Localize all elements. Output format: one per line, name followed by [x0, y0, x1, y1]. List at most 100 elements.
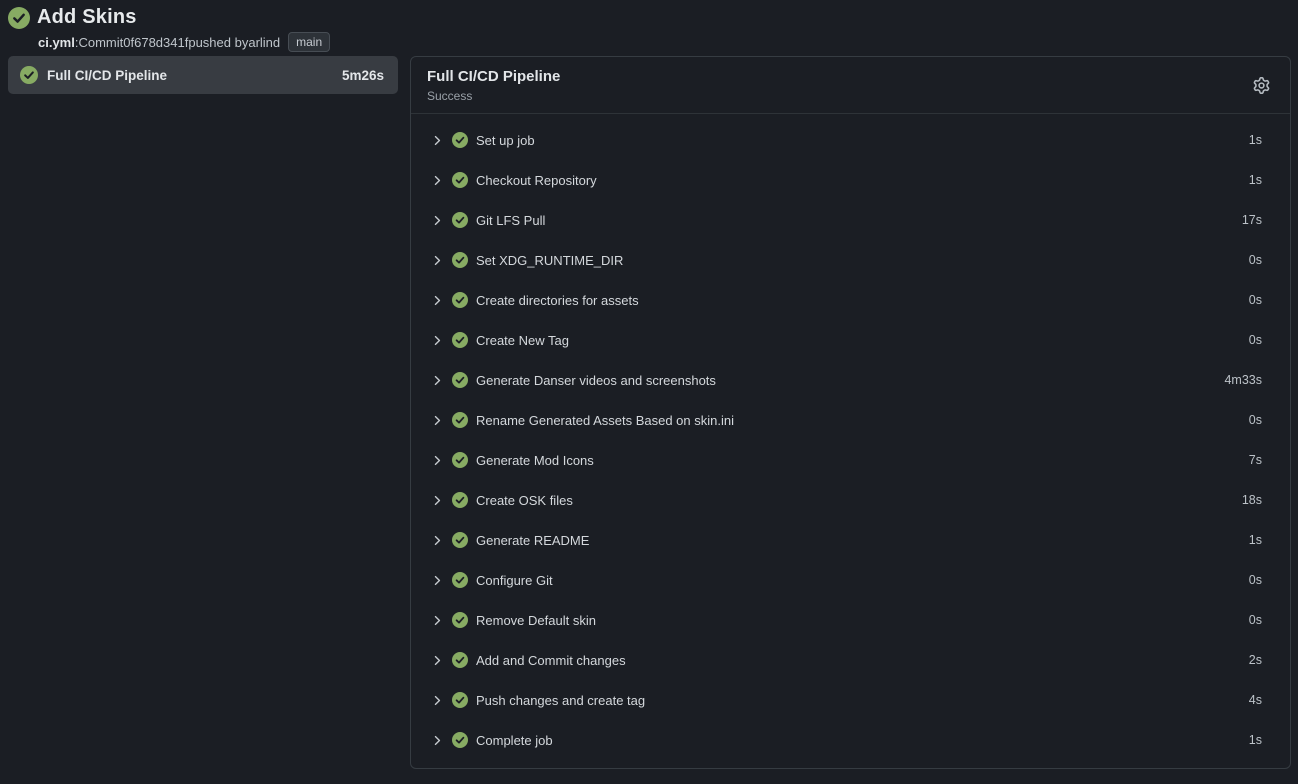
- chevron-right-icon: [431, 414, 444, 427]
- step-duration: 17s: [1242, 213, 1262, 227]
- branch-badge[interactable]: main: [288, 32, 330, 52]
- pushed-by-text: pushed by: [188, 35, 248, 50]
- step-duration: 0s: [1249, 613, 1262, 627]
- check-circle-icon: [452, 132, 468, 148]
- check-circle-icon: [452, 532, 468, 548]
- panel-title: Full CI/CD Pipeline: [427, 68, 560, 85]
- step-name: Generate README: [476, 533, 589, 548]
- panel-header: Full CI/CD Pipeline Success: [411, 57, 1290, 114]
- step-row[interactable]: Complete job 1s: [411, 720, 1290, 760]
- job-name: Full CI/CD Pipeline: [47, 68, 167, 83]
- chevron-right-icon: [431, 254, 444, 267]
- step-row[interactable]: Set XDG_RUNTIME_DIR 0s: [411, 240, 1290, 280]
- step-row[interactable]: Create New Tag 0s: [411, 320, 1290, 360]
- step-row[interactable]: Remove Default skin 0s: [411, 600, 1290, 640]
- run-subtitle: ci.yml: Commit 0f678d341f pushed by arli…: [38, 32, 1288, 52]
- chevron-right-icon: [431, 374, 444, 387]
- check-circle-icon: [452, 652, 468, 668]
- step-row[interactable]: Set up job 1s: [411, 120, 1290, 160]
- check-circle-icon: [452, 292, 468, 308]
- chevron-right-icon: [431, 534, 444, 547]
- settings-button[interactable]: [1249, 73, 1274, 98]
- step-duration: 4m33s: [1224, 373, 1262, 387]
- step-row[interactable]: Create OSK files 18s: [411, 480, 1290, 520]
- step-name: Set up job: [476, 133, 535, 148]
- chevron-right-icon: [431, 214, 444, 227]
- author-link[interactable]: arlind: [248, 35, 280, 50]
- step-duration: 7s: [1249, 453, 1262, 467]
- check-circle-icon: [452, 252, 468, 268]
- panel-status-text: Success: [427, 89, 560, 103]
- check-circle-icon: [452, 452, 468, 468]
- check-circle-icon: [452, 212, 468, 228]
- step-duration: 1s: [1249, 533, 1262, 547]
- step-duration: 0s: [1249, 293, 1262, 307]
- commit-hash-link[interactable]: 0f678d341f: [123, 35, 188, 50]
- step-row[interactable]: Push changes and create tag 4s: [411, 680, 1290, 720]
- step-row[interactable]: Configure Git 0s: [411, 560, 1290, 600]
- step-row[interactable]: Generate Danser videos and screenshots 4…: [411, 360, 1290, 400]
- step-duration: 4s: [1249, 693, 1262, 707]
- step-name: Set XDG_RUNTIME_DIR: [476, 253, 623, 268]
- check-circle-icon: [8, 7, 30, 29]
- jobs-sidebar: Full CI/CD Pipeline 5m26s: [8, 56, 398, 94]
- step-duration: 0s: [1249, 573, 1262, 587]
- step-row[interactable]: Create directories for assets 0s: [411, 280, 1290, 320]
- chevron-right-icon: [431, 134, 444, 147]
- chevron-right-icon: [431, 734, 444, 747]
- actions-run-page: Add Skins ci.yml: Commit 0f678d341f push…: [0, 0, 1298, 781]
- commit-label: Commit: [78, 35, 123, 50]
- check-circle-icon: [452, 172, 468, 188]
- step-name: Generate Mod Icons: [476, 453, 594, 468]
- step-duration: 1s: [1249, 733, 1262, 747]
- step-name: Create New Tag: [476, 333, 569, 348]
- check-circle-icon: [452, 692, 468, 708]
- step-row[interactable]: Generate README 1s: [411, 520, 1290, 560]
- check-circle-icon: [452, 412, 468, 428]
- run-detail-panel: Full CI/CD Pipeline Success: [410, 56, 1291, 769]
- check-circle-icon: [452, 372, 468, 388]
- step-duration: 0s: [1249, 333, 1262, 347]
- run-title: Add Skins: [37, 6, 137, 29]
- step-name: Checkout Repository: [476, 173, 597, 188]
- step-row[interactable]: Add and Commit changes 2s: [411, 640, 1290, 680]
- check-circle-icon: [452, 492, 468, 508]
- step-row[interactable]: Rename Generated Assets Based on skin.in…: [411, 400, 1290, 440]
- chevron-right-icon: [431, 454, 444, 467]
- check-circle-icon: [20, 66, 38, 84]
- step-row[interactable]: Checkout Repository 1s: [411, 160, 1290, 200]
- step-name: Create directories for assets: [476, 293, 639, 308]
- step-row[interactable]: Generate Mod Icons 7s: [411, 440, 1290, 480]
- step-duration: 0s: [1249, 413, 1262, 427]
- step-name: Configure Git: [476, 573, 553, 588]
- check-circle-icon: [452, 612, 468, 628]
- step-name: Complete job: [476, 733, 553, 748]
- job-item-full-pipeline[interactable]: Full CI/CD Pipeline 5m26s: [8, 56, 398, 94]
- step-name: Rename Generated Assets Based on skin.in…: [476, 413, 734, 428]
- step-duration: 1s: [1249, 173, 1262, 187]
- steps-list: Set up job 1s Checkout Repository 1s: [411, 114, 1290, 768]
- step-name: Generate Danser videos and screenshots: [476, 373, 716, 388]
- workflow-file-link[interactable]: ci.yml: [38, 35, 75, 50]
- chevron-right-icon: [431, 294, 444, 307]
- chevron-right-icon: [431, 174, 444, 187]
- chevron-right-icon: [431, 494, 444, 507]
- check-circle-icon: [452, 332, 468, 348]
- step-name: Git LFS Pull: [476, 213, 545, 228]
- gear-icon: [1253, 77, 1270, 94]
- check-circle-icon: [452, 732, 468, 748]
- check-circle-icon: [452, 572, 468, 588]
- step-name: Add and Commit changes: [476, 653, 626, 668]
- chevron-right-icon: [431, 614, 444, 627]
- step-duration: 2s: [1249, 653, 1262, 667]
- chevron-right-icon: [431, 334, 444, 347]
- chevron-right-icon: [431, 694, 444, 707]
- job-duration: 5m26s: [342, 68, 384, 83]
- content-area: Full CI/CD Pipeline 5m26s Full CI/CD Pip…: [0, 52, 1298, 781]
- step-name: Create OSK files: [476, 493, 573, 508]
- step-row[interactable]: Git LFS Pull 17s: [411, 200, 1290, 240]
- step-name: Remove Default skin: [476, 613, 596, 628]
- run-header: Add Skins ci.yml: Commit 0f678d341f push…: [0, 0, 1298, 52]
- step-duration: 18s: [1242, 493, 1262, 507]
- chevron-right-icon: [431, 654, 444, 667]
